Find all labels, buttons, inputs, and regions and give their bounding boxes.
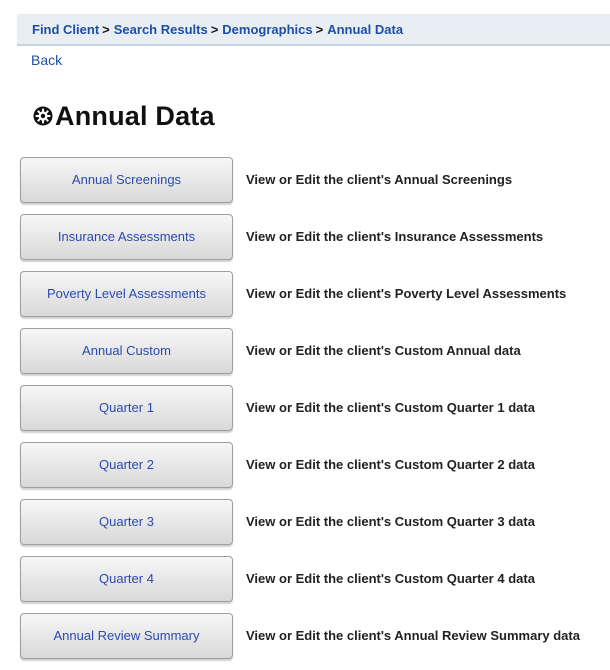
annual-custom-button[interactable]: Annual Custom	[20, 328, 233, 374]
back-link[interactable]: Back	[31, 52, 62, 68]
breadcrumb-annual-data[interactable]: Annual Data	[327, 22, 403, 37]
action-row-quarter-2: Quarter 2 View or Edit the client's Cust…	[20, 442, 610, 499]
quarter-4-description: View or Edit the client's Custom Quarter…	[246, 571, 535, 586]
quarter-1-button[interactable]: Quarter 1	[20, 385, 233, 431]
breadcrumb: Find Client > Search Results > Demograph…	[17, 14, 610, 46]
action-row-annual-custom: Annual Custom View or Edit the client's …	[20, 328, 610, 385]
quarter-2-description: View or Edit the client's Custom Quarter…	[246, 457, 535, 472]
action-row-quarter-4: Quarter 4 View or Edit the client's Cust…	[20, 556, 610, 613]
breadcrumb-separator: >	[315, 21, 324, 37]
insurance-assessments-button[interactable]: Insurance Assessments	[20, 214, 233, 260]
breadcrumb-search-results[interactable]: Search Results	[114, 22, 208, 37]
poverty-level-assessments-button[interactable]: Poverty Level Assessments	[20, 271, 233, 317]
quarter-4-button[interactable]: Quarter 4	[20, 556, 233, 602]
page-header: Annual Data	[33, 96, 215, 136]
back-row: Back	[17, 48, 610, 72]
action-row-quarter-1: Quarter 1 View or Edit the client's Cust…	[20, 385, 610, 442]
quarter-3-description: View or Edit the client's Custom Quarter…	[246, 514, 535, 529]
quarter-1-description: View or Edit the client's Custom Quarter…	[246, 400, 535, 415]
annual-screenings-button[interactable]: Annual Screenings	[20, 157, 233, 203]
poverty-level-assessments-description: View or Edit the client's Poverty Level …	[246, 286, 567, 301]
quarter-3-button[interactable]: Quarter 3	[20, 499, 233, 545]
action-row-poverty-level-assessments: Poverty Level Assessments View or Edit t…	[20, 271, 610, 328]
action-row-annual-screenings: Annual Screenings View or Edit the clien…	[20, 157, 610, 214]
breadcrumb-separator: >	[210, 21, 219, 37]
action-row-quarter-3: Quarter 3 View or Edit the client's Cust…	[20, 499, 610, 556]
annual-review-summary-button[interactable]: Annual Review Summary	[20, 613, 233, 659]
annual-review-summary-description: View or Edit the client's Annual Review …	[246, 628, 580, 643]
gear-icon	[33, 106, 53, 126]
quarter-2-button[interactable]: Quarter 2	[20, 442, 233, 488]
annual-custom-description: View or Edit the client's Custom Annual …	[246, 343, 521, 358]
breadcrumb-find-client[interactable]: Find Client	[32, 22, 99, 37]
insurance-assessments-description: View or Edit the client's Insurance Asse…	[246, 229, 544, 244]
action-list: Annual Screenings View or Edit the clien…	[20, 157, 610, 670]
annual-screenings-description: View or Edit the client's Annual Screeni…	[246, 172, 513, 187]
breadcrumb-demographics[interactable]: Demographics	[222, 22, 312, 37]
breadcrumb-separator: >	[102, 21, 110, 37]
action-row-insurance-assessments: Insurance Assessments View or Edit the c…	[20, 214, 610, 271]
page-title: Annual Data	[55, 100, 215, 131]
action-row-annual-review-summary: Annual Review Summary View or Edit the c…	[20, 613, 610, 670]
